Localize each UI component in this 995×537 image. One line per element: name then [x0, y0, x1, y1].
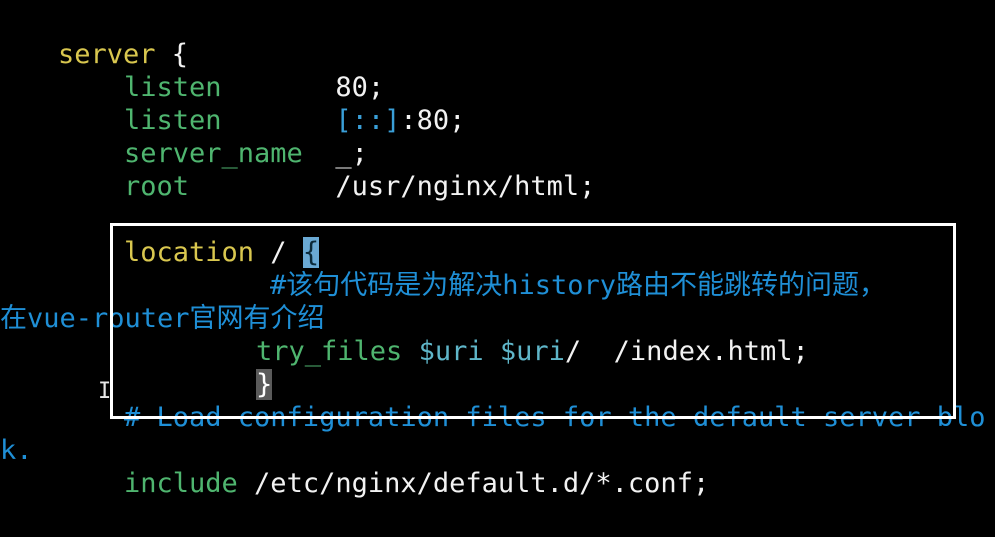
- code-line-comment-history: #该句代码是为解决history路由不能跳转的问题，: [270, 269, 886, 302]
- code-line-server: server {: [58, 38, 188, 71]
- code-line-include: include /etc/nginx/default.d/*.conf;: [124, 467, 709, 500]
- code-line-try-files: try_files $uri $uri/ /index.html;: [256, 335, 809, 368]
- token: /: [254, 237, 303, 268]
- code-line-close-brace: }: [256, 368, 273, 401]
- code-editor[interactable]: server { listen 80; listen [::]:80; serv…: [0, 0, 995, 537]
- token: $uri: [418, 336, 484, 367]
- token: 80;: [221, 72, 385, 103]
- token: root: [124, 171, 190, 202]
- token: listen: [124, 72, 222, 103]
- code-line-root: root /usr/nginx/html;: [124, 170, 595, 203]
- token: /usr/nginx/html;: [189, 171, 596, 202]
- token: k.: [0, 435, 33, 466]
- code-line-comment-load: # Load configuration files for the defau…: [124, 401, 986, 434]
- code-line-comment-load-wrap: k.: [0, 434, 33, 467]
- token: location: [124, 237, 255, 268]
- token: include: [124, 468, 238, 499]
- token: }: [256, 369, 273, 400]
- code-line-listen: listen 80;: [124, 71, 384, 104]
- code-line-listen-ipv6: listen [::]:80;: [124, 104, 465, 137]
- token: {: [302, 237, 320, 268]
- token: listen: [124, 105, 222, 136]
- token: 在vue-router官网有介绍: [0, 303, 325, 334]
- token: /etc/nginx/default.d/*.conf;: [237, 468, 710, 499]
- token: / /index.html;: [564, 336, 809, 367]
- token: :80;: [400, 105, 466, 136]
- code-line-location: location / {: [124, 236, 320, 269]
- token: # Load configuration files for the defau…: [124, 402, 986, 433]
- token: server_name: [124, 138, 303, 169]
- text-cursor-icon: I: [98, 379, 112, 404]
- token: #该句代码是为解决history路由不能跳转的问题，: [270, 270, 887, 301]
- token: $uri: [499, 336, 565, 367]
- token: [::]: [335, 105, 401, 136]
- code-line-comment-history-wrap: 在vue-router官网有介绍: [0, 302, 325, 335]
- token: {: [155, 39, 189, 70]
- token: try_files: [256, 336, 403, 367]
- code-line-server-name: server_name _;: [124, 137, 368, 170]
- token: server: [58, 39, 156, 70]
- token: _;: [302, 138, 368, 169]
